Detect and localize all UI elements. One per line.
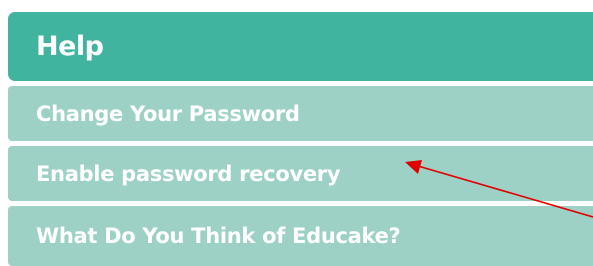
menu-item-label: Change Your Password [36,101,300,126]
menu-item-label: What Do You Think of Educake? [36,224,401,248]
menu-item-enable-password-recovery[interactable]: Enable password recovery [8,146,593,201]
menu-item-label: Enable password recovery [36,161,341,186]
help-panel: Help Change Your Password Enable passwor… [8,12,593,266]
help-title: Help [36,31,104,62]
help-header: Help [8,12,593,81]
menu-item-feedback[interactable]: What Do You Think of Educake? [8,206,593,266]
menu-item-change-password[interactable]: Change Your Password [8,86,593,141]
